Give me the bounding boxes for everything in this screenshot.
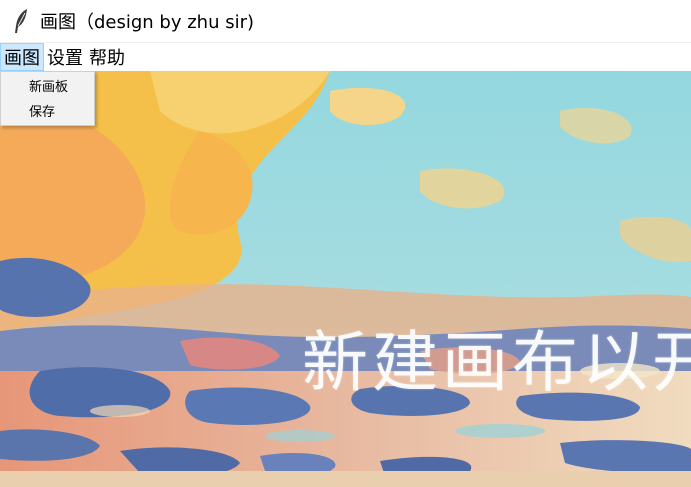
background-painting (0, 71, 691, 487)
canvas-hint-text: 新建画布以开 (302, 324, 691, 401)
drawing-canvas[interactable]: 新建画布以开 (0, 71, 691, 487)
menu-item-save[interactable]: 保存 (1, 100, 94, 125)
feather-icon (10, 7, 32, 35)
menu-draw[interactable]: 画图 (0, 43, 44, 71)
menu-item-new-canvas[interactable]: 新画板 (1, 75, 94, 100)
draw-menu-dropdown: 新画板 保存 (0, 71, 95, 126)
menu-bar: 画图 设置 帮助 (0, 42, 691, 71)
app-window: 画图（design by zhu sir) 画图 设置 帮助 新建画布以开 新画… (0, 0, 691, 487)
window-title: 画图（design by zhu sir) (40, 12, 255, 33)
menu-help[interactable]: 帮助 (86, 43, 128, 71)
menu-settings[interactable]: 设置 (44, 43, 86, 71)
title-bar: 画图（design by zhu sir) (0, 0, 691, 42)
